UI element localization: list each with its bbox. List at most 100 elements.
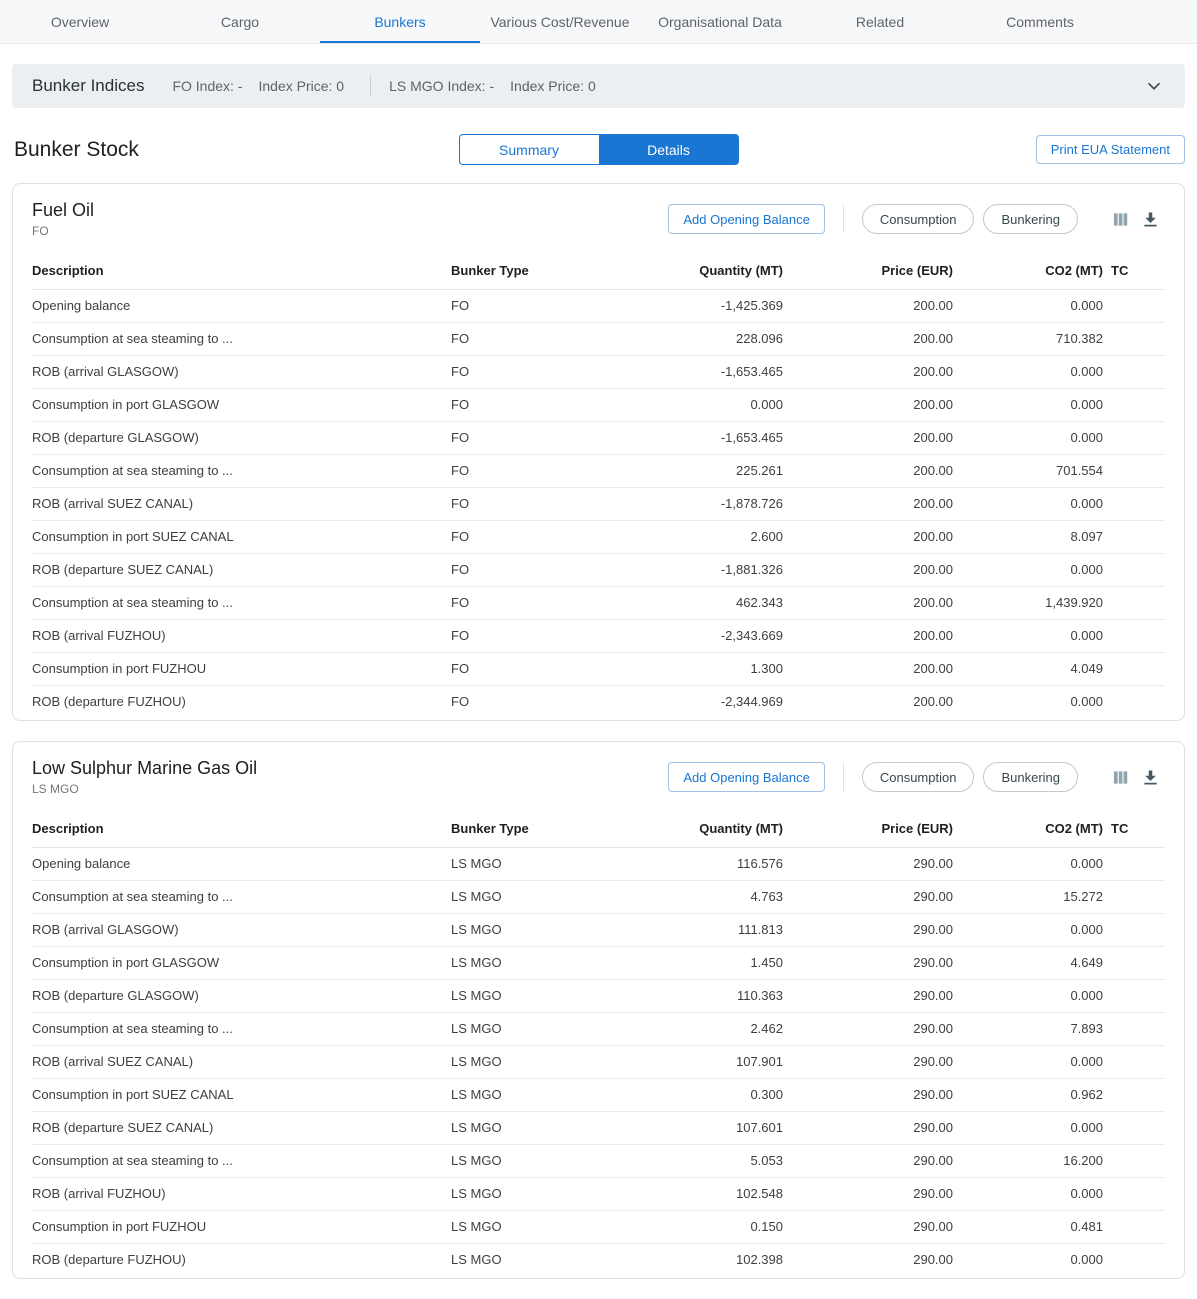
- table-row[interactable]: ROB (departure FUZHOU) FO -2,344.969 200…: [32, 686, 1165, 719]
- table-row[interactable]: ROB (arrival GLASGOW) FO -1,653.465 200.…: [32, 356, 1165, 389]
- cell-co2: 0.000: [957, 1178, 1107, 1211]
- bunker-indices-title: Bunker Indices: [32, 76, 144, 96]
- tab-related[interactable]: Related: [800, 0, 960, 43]
- tab-label: Various Cost/Revenue: [490, 14, 629, 30]
- tab-label: Organisational Data: [658, 14, 782, 30]
- table-row[interactable]: ROB (departure GLASGOW) FO -1,653.465 20…: [32, 422, 1165, 455]
- table-row[interactable]: Consumption at sea steaming to ... FO 22…: [32, 455, 1165, 488]
- cell-co2: 15.272: [957, 881, 1107, 914]
- table-row[interactable]: Consumption in port SUEZ CANAL LS MGO 0.…: [32, 1079, 1165, 1112]
- table-row[interactable]: Consumption in port FUZHOU LS MGO 0.150 …: [32, 1211, 1165, 1244]
- table-row[interactable]: Consumption in port FUZHOU FO 1.300 200.…: [32, 653, 1165, 686]
- cell-quantity: -2,343.669: [597, 620, 787, 653]
- add-opening-balance-button[interactable]: Add Opening Balance: [668, 204, 824, 234]
- ls-mgo-index-value: LS MGO Index: -: [389, 78, 494, 94]
- cell-description: ROB (departure SUEZ CANAL): [32, 554, 447, 587]
- cell-price: 290.00: [787, 1013, 957, 1046]
- cell-co2: 1,439.920: [957, 587, 1107, 620]
- fo-index-price: Index Price: 0: [258, 78, 344, 94]
- table-row[interactable]: ROB (arrival FUZHOU) FO -2,343.669 200.0…: [32, 620, 1165, 653]
- cell-bunker-type: FO: [447, 686, 597, 719]
- bunkering-button[interactable]: Bunkering: [983, 762, 1078, 792]
- tab-organisational-data[interactable]: Organisational Data: [640, 0, 800, 43]
- column-header-co2: CO2 (MT): [957, 254, 1107, 290]
- cell-bunker-type: FO: [447, 323, 597, 356]
- cell-price: 200.00: [787, 356, 957, 389]
- chevron-down-icon[interactable]: [1143, 75, 1165, 97]
- cell-tc: [1107, 356, 1165, 389]
- details-toggle-button[interactable]: Details: [599, 134, 739, 165]
- table-row[interactable]: Consumption in port SUEZ CANAL FO 2.600 …: [32, 521, 1165, 554]
- page-title: Bunker Stock: [14, 138, 459, 162]
- cell-tc: [1107, 1244, 1165, 1277]
- cell-co2: 0.000: [957, 290, 1107, 323]
- cell-tc: [1107, 653, 1165, 686]
- tab-various-cost-revenue[interactable]: Various Cost/Revenue: [480, 0, 640, 43]
- table-row[interactable]: Consumption at sea steaming to ... FO 22…: [32, 323, 1165, 356]
- cell-bunker-type: FO: [447, 422, 597, 455]
- cell-bunker-type: LS MGO: [447, 914, 597, 947]
- table-row[interactable]: Consumption at sea steaming to ... LS MG…: [32, 1145, 1165, 1178]
- cell-description: ROB (departure SUEZ CANAL): [32, 1112, 447, 1145]
- ls-mgo-table: Description Bunker Type Quantity (MT) Pr…: [32, 812, 1165, 1276]
- cell-co2: 16.200: [957, 1145, 1107, 1178]
- column-header-description: Description: [32, 812, 447, 848]
- cell-quantity: 228.096: [597, 323, 787, 356]
- table-row[interactable]: Consumption at sea steaming to ... LS MG…: [32, 1013, 1165, 1046]
- card-subtitle: FO: [32, 224, 94, 238]
- cell-bunker-type: FO: [447, 455, 597, 488]
- table-row[interactable]: ROB (arrival SUEZ CANAL) FO -1,878.726 2…: [32, 488, 1165, 521]
- card-subtitle: LS MGO: [32, 782, 257, 796]
- table-row[interactable]: Consumption in port GLASGOW FO 0.000 200…: [32, 389, 1165, 422]
- cell-description: Consumption in port GLASGOW: [32, 947, 447, 980]
- bunkering-button[interactable]: Bunkering: [983, 204, 1078, 234]
- columns-icon[interactable]: [1105, 762, 1135, 792]
- cell-description: Consumption in port SUEZ CANAL: [32, 1079, 447, 1112]
- cell-co2: 0.000: [957, 914, 1107, 947]
- table-row[interactable]: ROB (departure SUEZ CANAL) LS MGO 107.60…: [32, 1112, 1165, 1145]
- cell-co2: 0.481: [957, 1211, 1107, 1244]
- table-row[interactable]: Opening balance FO -1,425.369 200.00 0.0…: [32, 290, 1165, 323]
- cell-price: 200.00: [787, 620, 957, 653]
- cell-quantity: -1,425.369: [597, 290, 787, 323]
- tab-bunkers[interactable]: Bunkers: [320, 0, 480, 43]
- summary-toggle-button[interactable]: Summary: [459, 134, 599, 165]
- add-opening-balance-button[interactable]: Add Opening Balance: [668, 762, 824, 792]
- download-icon[interactable]: [1135, 204, 1165, 234]
- cell-price: 290.00: [787, 1112, 957, 1145]
- actions-divider: [843, 763, 844, 791]
- cell-quantity: 2.600: [597, 521, 787, 554]
- table-row[interactable]: ROB (arrival FUZHOU) LS MGO 102.548 290.…: [32, 1178, 1165, 1211]
- cell-price: 200.00: [787, 587, 957, 620]
- tab-label: Bunkers: [374, 14, 425, 30]
- cell-price: 200.00: [787, 554, 957, 587]
- table-row[interactable]: ROB (arrival GLASGOW) LS MGO 111.813 290…: [32, 914, 1165, 947]
- table-row[interactable]: Consumption in port GLASGOW LS MGO 1.450…: [32, 947, 1165, 980]
- tab-overview[interactable]: Overview: [0, 0, 160, 43]
- cell-description: ROB (departure GLASGOW): [32, 980, 447, 1013]
- column-header-price: Price (EUR): [787, 812, 957, 848]
- print-eua-statement-button[interactable]: Print EUA Statement: [1036, 135, 1185, 164]
- cell-co2: 4.049: [957, 653, 1107, 686]
- consumption-button[interactable]: Consumption: [862, 762, 975, 792]
- cell-bunker-type: FO: [447, 389, 597, 422]
- table-row[interactable]: ROB (arrival SUEZ CANAL) LS MGO 107.901 …: [32, 1046, 1165, 1079]
- cell-co2: 701.554: [957, 455, 1107, 488]
- cell-bunker-type: FO: [447, 488, 597, 521]
- cell-price: 290.00: [787, 848, 957, 881]
- cell-quantity: 5.053: [597, 1145, 787, 1178]
- table-row[interactable]: Consumption at sea steaming to ... LS MG…: [32, 881, 1165, 914]
- tab-comments[interactable]: Comments: [960, 0, 1120, 43]
- table-row[interactable]: ROB (departure FUZHOU) LS MGO 102.398 29…: [32, 1244, 1165, 1277]
- download-icon[interactable]: [1135, 762, 1165, 792]
- table-row[interactable]: Opening balance LS MGO 116.576 290.00 0.…: [32, 848, 1165, 881]
- table-row[interactable]: Consumption at sea steaming to ... FO 46…: [32, 587, 1165, 620]
- table-row[interactable]: ROB (departure GLASGOW) LS MGO 110.363 2…: [32, 980, 1165, 1013]
- consumption-button[interactable]: Consumption: [862, 204, 975, 234]
- columns-icon[interactable]: [1105, 204, 1135, 234]
- table-row[interactable]: ROB (departure SUEZ CANAL) FO -1,881.326…: [32, 554, 1165, 587]
- cell-price: 200.00: [787, 653, 957, 686]
- cell-quantity: 4.763: [597, 881, 787, 914]
- cell-description: ROB (arrival SUEZ CANAL): [32, 488, 447, 521]
- tab-cargo[interactable]: Cargo: [160, 0, 320, 43]
